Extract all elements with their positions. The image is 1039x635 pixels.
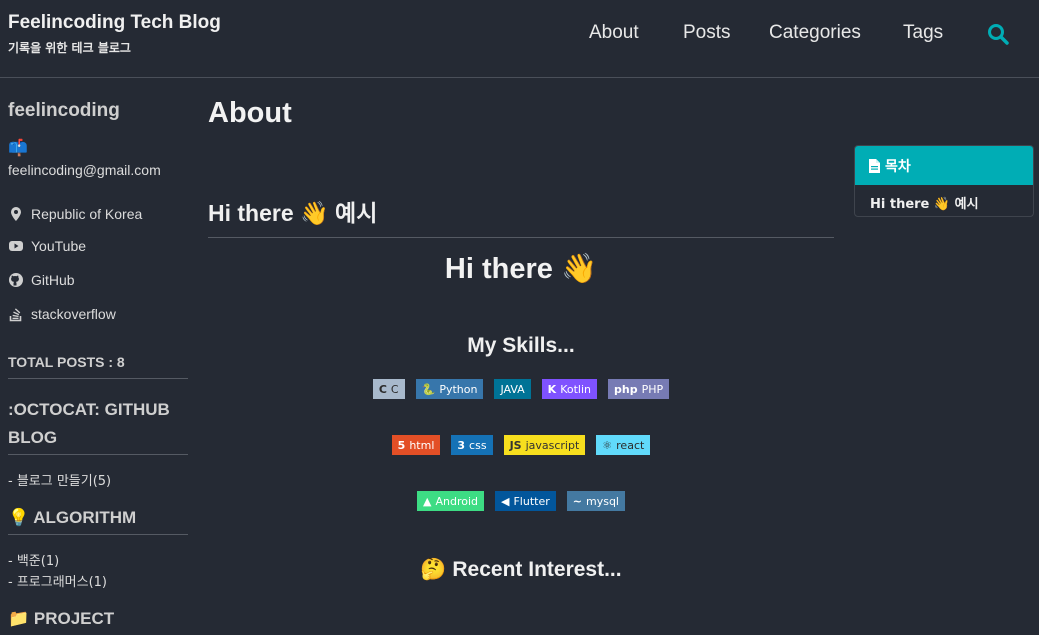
map-marker-icon: [11, 207, 21, 221]
hero-heading: Hi there 👋: [444, 253, 598, 285]
skill-badge-row: ▲ Android ◀ Flutter ~ mysql: [208, 491, 834, 511]
nav-posts[interactable]: Posts: [683, 22, 731, 44]
file-icon: [869, 158, 880, 173]
skill-badge-flutter: ◀ Flutter: [495, 491, 556, 511]
site-subtitle: 기록을 위한 테크 블로그: [8, 41, 131, 55]
skill-badge-label: html: [409, 438, 435, 452]
category-item[interactable]: - 프로그래머스(1): [8, 571, 107, 590]
skill-badge-label: Kotlin: [560, 382, 591, 396]
sidebar-link-label: Republic of Korea: [31, 206, 143, 222]
sidebar-link-label: stackoverflow: [31, 306, 116, 322]
skill-badge-java: JAVA: [494, 379, 531, 399]
sidebar-link-stackoverflow[interactable]: stackoverflow: [8, 306, 116, 322]
php-logo-icon: php: [614, 382, 638, 396]
nav-categories[interactable]: Categories: [769, 22, 861, 44]
flutter-logo-icon: ◀: [501, 494, 510, 508]
mailbox-icon: 📫: [8, 138, 28, 157]
skill-badge-label: Flutter: [513, 494, 550, 508]
search-icon[interactable]: [986, 22, 1010, 46]
category-heading[interactable]: 💡 ALGORITHM: [8, 504, 188, 535]
page-title: About: [208, 97, 292, 129]
sidebar-link-label: GitHub: [31, 272, 75, 288]
sidebar-link-youtube[interactable]: YouTube: [8, 238, 86, 254]
github-icon: [9, 273, 23, 287]
skill-badge-label: Python: [439, 382, 478, 396]
section-heading: Hi there 👋 예시: [208, 194, 834, 238]
nav-tags[interactable]: Tags: [903, 22, 943, 44]
android-logo-icon: ▲: [423, 494, 432, 508]
skill-badge-html: 5 html: [391, 435, 441, 455]
author-name: feelincoding: [8, 100, 120, 121]
react-logo-icon: ⚛: [602, 438, 613, 452]
recent-interest-heading: 🤔 Recent Interest...: [420, 558, 622, 581]
skill-badge-row: 5 html 3 css JS javascript ⚛ react: [208, 435, 834, 455]
category-heading[interactable]: 📁 PROJECT: [8, 605, 188, 635]
skill-badge-android: ▲ Android: [417, 491, 485, 511]
skill-badge-php: php PHP: [608, 379, 670, 399]
toc-item[interactable]: Hi there 👋 예시: [855, 185, 1033, 212]
masthead: Feelincoding Tech Blog 기록을 위한 테크 블로그 Abo…: [0, 0, 1039, 78]
table-of-contents: 목차 Hi there 👋 예시: [854, 145, 1034, 217]
skill-badge-python: 🐍 Python: [415, 379, 484, 399]
stackoverflow-icon: [9, 308, 22, 322]
sidebar-link-location[interactable]: Republic of Korea: [8, 206, 142, 222]
skill-badge-label: PHP: [641, 382, 664, 396]
nav-about[interactable]: About: [589, 22, 639, 44]
skill-badge-row: C C 🐍 Python JAVA K Kotlin php PHP: [208, 379, 834, 399]
skill-badge-label: JAVA: [500, 382, 525, 396]
skill-badge-label: Android: [435, 494, 479, 508]
category-heading[interactable]: :OCTOCAT: GITHUB BLOG: [8, 396, 188, 455]
html-logo-icon: 5: [397, 438, 406, 452]
skill-badge-label: react: [616, 438, 645, 452]
skill-badge-c: CC: [372, 379, 405, 399]
css-logo-icon: 3: [457, 438, 466, 452]
mysql-logo-icon: ~: [572, 494, 582, 508]
sidebar-link-label: YouTube: [31, 238, 87, 254]
skill-badge-kotlin: K Kotlin: [541, 379, 597, 399]
category-item[interactable]: - 백준(1): [8, 550, 59, 569]
skill-badge-label: C: [390, 382, 399, 396]
sidebar-link-github[interactable]: GitHub: [8, 272, 75, 288]
site-title[interactable]: Feelincoding Tech Blog: [8, 12, 221, 34]
toc-title: 목차: [885, 158, 911, 175]
skill-badge-label: javascript: [525, 438, 580, 452]
skills-heading: My Skills...: [467, 334, 575, 357]
skill-badge-mysql: ~ mysql: [566, 491, 625, 511]
total-posts: TOTAL POSTS : 8: [8, 354, 188, 379]
skill-badge-label: css: [469, 438, 487, 452]
kotlin-logo-icon: K: [547, 382, 557, 396]
skill-badge-javascript: JS javascript: [503, 435, 586, 455]
c-logo-icon: C: [378, 382, 387, 396]
youtube-icon: [9, 241, 23, 251]
skill-badge-css: 3 css: [451, 435, 493, 455]
javascript-logo-icon: JS: [509, 438, 522, 452]
skill-badge-react: ⚛ react: [596, 435, 651, 455]
python-logo-icon: 🐍: [421, 382, 436, 396]
category-item[interactable]: - 블로그 만들기(5): [8, 470, 111, 489]
toc-header: 목차: [855, 146, 1033, 185]
author-email[interactable]: feelincoding@gmail.com: [8, 162, 161, 178]
skill-badge-label: mysql: [585, 494, 619, 508]
